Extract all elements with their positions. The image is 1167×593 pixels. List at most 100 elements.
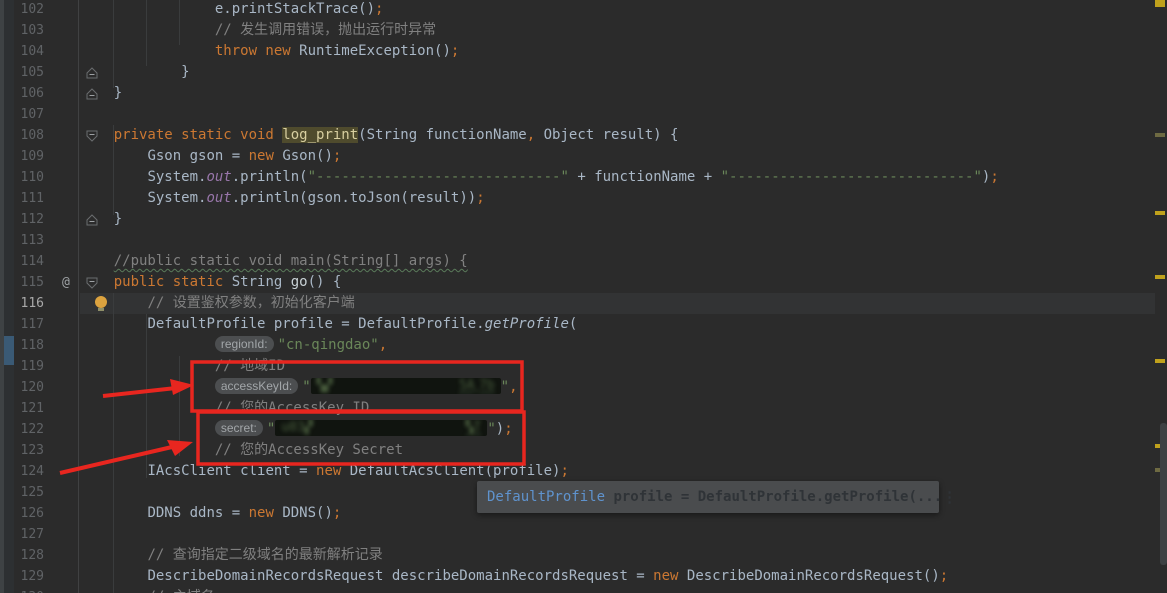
code-line[interactable]: accessKeyId:"▚▞5A‸7b", [80, 377, 518, 398]
line-number[interactable]: 105 [14, 62, 44, 83]
code-line[interactable]: DefaultProfile profile = DefaultProfile.… [80, 314, 577, 335]
code-token: // 查询指定二级域名的最新解析记录 [147, 547, 382, 563]
line-number[interactable]: 115 [14, 272, 44, 293]
line-number[interactable]: 103 [14, 20, 44, 41]
code-line[interactable]: // 设置鉴权参数，初始化客户端 [80, 293, 355, 314]
code-token: // 设置鉴权参数，初始化客户端 [147, 295, 354, 311]
stripe-warning-mark[interactable] [1155, 359, 1165, 363]
redacted-secret-value: u03▞▚T [275, 420, 487, 436]
code-token: ; [375, 1, 383, 17]
stripe-warning-mark[interactable] [1155, 0, 1165, 7]
code-token: "-----------------------------" [721, 169, 982, 185]
line-number[interactable]: 114 [14, 251, 44, 272]
line-number[interactable]: 110 [14, 167, 44, 188]
left-panel-scrollbar[interactable] [0, 0, 14, 593]
parameter-hint: accessKeyId: [215, 378, 298, 394]
line-number[interactable]: 119 [14, 356, 44, 377]
code-line[interactable]: e.printStackTrace(); [80, 0, 383, 20]
code-token: RuntimeException() [299, 43, 451, 59]
code-token: DDNS ddns = [147, 505, 248, 521]
code-line[interactable]: private static void log_print(String fun… [80, 125, 678, 146]
line-number[interactable]: 123 [14, 440, 44, 461]
code-token: // 主域名 [147, 589, 214, 593]
code-line[interactable]: // 地域ID [80, 356, 285, 377]
code-line[interactable]: // 您的AccessKey ID [80, 398, 369, 419]
code-token: "cn-qingdao" [278, 337, 379, 353]
code-token: ( [569, 316, 577, 332]
code-token: .println(gson.toJson(result)) [232, 190, 476, 206]
line-number[interactable]: 126 [14, 503, 44, 524]
stripe-warning-mark[interactable] [1155, 211, 1165, 215]
line-number[interactable]: 124 [14, 461, 44, 482]
code-token: ; [504, 421, 512, 437]
code-token: // 您的AccessKey ID [215, 400, 369, 416]
code-token: ; [451, 43, 459, 59]
line-number[interactable]: 112 [14, 209, 44, 230]
line-number[interactable]: 106 [14, 83, 44, 104]
code-token: System. [147, 190, 206, 206]
code-token: } [114, 85, 122, 101]
code-token: , [527, 127, 535, 143]
parameter-hint: regionId: [215, 336, 274, 352]
line-number[interactable]: 129 [14, 566, 44, 587]
code-token: System. [147, 169, 206, 185]
stripe-warning-mark[interactable] [1155, 275, 1165, 279]
popup-overflow-icon[interactable]: ⋮ [942, 488, 957, 506]
line-number[interactable]: 109 [14, 146, 44, 167]
code-line[interactable]: IAcsClient client = new DefaultAcsClient… [80, 461, 569, 482]
code-token: throw new [215, 43, 299, 59]
code-line[interactable]: // 发生调用错误，抛出运行时异常 [80, 20, 436, 41]
code-line[interactable]: } [80, 209, 122, 230]
code-token: new [653, 568, 678, 584]
line-number[interactable]: 120 [14, 377, 44, 398]
line-number[interactable]: 104 [14, 41, 44, 62]
code-line[interactable]: //public static void main(String[] args)… [80, 251, 468, 272]
line-number[interactable]: 116 [14, 293, 44, 314]
code-token: DDNS() [274, 505, 333, 521]
vertical-scrollbar-thumb[interactable] [1160, 423, 1167, 565]
code-token: " [501, 379, 509, 395]
editor-gutter[interactable]: 1021031041051061071081091101111121131141… [14, 0, 80, 593]
line-number[interactable]: 113 [14, 230, 44, 251]
line-number[interactable]: 122 [14, 419, 44, 440]
ide-editor-window: 1021031041051061071081091101111121131141… [0, 0, 1167, 593]
code-line[interactable]: // 查询指定二级域名的最新解析记录 [80, 545, 383, 566]
code-line[interactable]: secret:"u03▞▚T"); [80, 419, 513, 440]
code-line[interactable]: Gson gson = new Gson(); [80, 146, 341, 167]
code-token: out [206, 169, 231, 185]
code-line[interactable]: } [80, 62, 190, 83]
code-line[interactable]: // 主域名 [80, 587, 215, 593]
parameter-hint: secret: [215, 420, 263, 436]
line-number[interactable]: 125 [14, 482, 44, 503]
line-number[interactable]: 127 [14, 524, 44, 545]
line-number[interactable]: 108 [14, 125, 44, 146]
code-line[interactable]: DDNS ddns = new DDNS(); [80, 503, 341, 524]
code-token: " [302, 379, 310, 395]
code-line[interactable]: public static String go() { [80, 272, 341, 293]
line-number[interactable]: 128 [14, 545, 44, 566]
code-token: e.printStackTrace() [215, 1, 375, 17]
code-token: out [206, 190, 231, 206]
code-token: () { [308, 274, 342, 290]
line-number[interactable]: 107 [14, 104, 44, 125]
line-number[interactable]: 118 [14, 335, 44, 356]
line-number[interactable]: 111 [14, 188, 44, 209]
code-token: // 您的AccessKey Secret [215, 442, 403, 458]
code-line[interactable]: System.out.println(gson.toJson(result)); [80, 188, 485, 209]
code-token: ; [560, 463, 568, 479]
code-token: , [379, 337, 387, 353]
code-line[interactable]: DescribeDomainRecordsRequest describeDom… [80, 566, 948, 587]
code-token: ; [333, 148, 341, 164]
code-line[interactable]: regionId:"cn-qingdao", [80, 335, 387, 356]
line-number[interactable]: 117 [14, 314, 44, 335]
line-number[interactable]: 130 [14, 587, 44, 593]
code-line[interactable]: System.out.println("--------------------… [80, 167, 999, 188]
line-number[interactable]: 102 [14, 0, 44, 20]
code-line[interactable]: // 您的AccessKey Secret [80, 440, 403, 461]
code-token: ; [333, 505, 341, 521]
code-line[interactable]: } [80, 83, 122, 104]
code-line[interactable]: throw new RuntimeException(); [80, 41, 459, 62]
popup-signature: profile = DefaultProfile.getProfile(... [605, 489, 942, 505]
line-number[interactable]: 121 [14, 398, 44, 419]
stripe-warning-mark[interactable] [1155, 133, 1165, 137]
